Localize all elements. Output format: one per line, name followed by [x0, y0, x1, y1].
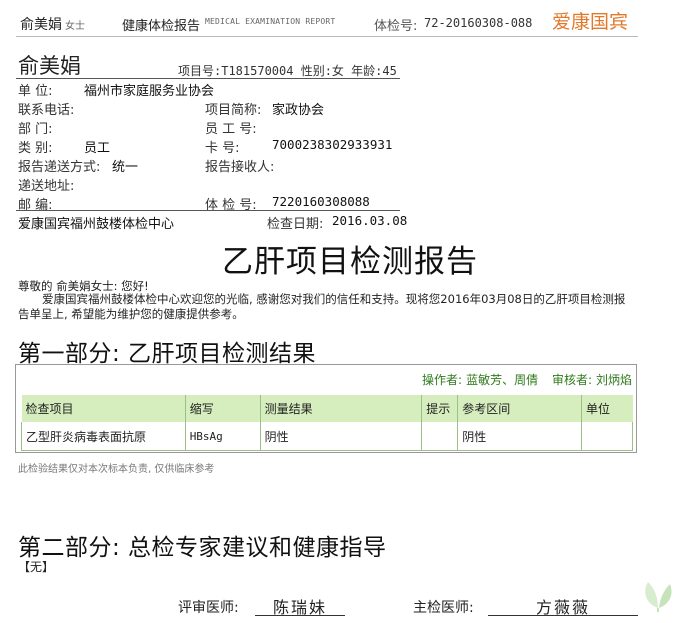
exam-date-label: 检查日期: [267, 217, 324, 232]
reviewer-label: 审核者: [551, 373, 592, 387]
col-header-unit: 单位 [581, 395, 633, 422]
receiver-label: 报告接收人: [205, 160, 275, 175]
category-value: 员工 [84, 141, 111, 156]
col-header-result: 测量结果 [260, 395, 423, 422]
info-divider-bottom [16, 210, 400, 211]
col-header-abbr: 缩写 [185, 395, 261, 422]
phone-label: 联系电话: [18, 103, 75, 118]
cell-reference: 阴性 [457, 422, 583, 451]
card-value: 7000238302933931 [272, 137, 393, 152]
info-divider-top [16, 78, 400, 79]
col-header-hint: 提示 [421, 395, 459, 422]
patient-meta: 项目号:T181570004 性别:女 年龄:45 [178, 64, 397, 78]
dept-label: 部 门: [18, 122, 53, 137]
header-report-title: 健康体检报告 [122, 19, 201, 34]
reviewer-doctor-label: 评审医师: [178, 600, 239, 616]
table-row: 乙型肝炎病毒表面抗原 HBsAg 阴性 阴性 [21, 422, 633, 451]
operator-names: 蓝敏芳、周倩 [466, 373, 539, 387]
results-table: 检查项目 缩写 测量结果 提示 参考区间 单位 乙型肝炎病毒表面抗原 HBsAg… [21, 395, 633, 451]
unit-label: 单 位: [18, 84, 53, 99]
chief-doctor-label: 主检医师: [413, 600, 474, 616]
delivery-label: 报告递送方式: [18, 160, 101, 175]
address-label: 递送地址: [18, 179, 75, 194]
cell-hint [421, 422, 459, 451]
exam-date-value: 2016.03.08 [332, 213, 408, 228]
exam-center: 爱康国宾福州鼓楼体检中心 [18, 217, 175, 232]
staffno-label: 员 工 号: [205, 122, 257, 137]
exam-no-value: 7220160308088 [272, 194, 370, 209]
reviewer-signature-line [255, 615, 345, 616]
cell-item: 乙型肝炎病毒表面抗原 [21, 422, 186, 451]
header-salutation: 女士 [65, 21, 85, 32]
unit-value: 福州市家庭服务业协会 [84, 84, 215, 99]
header-patient-name: 俞美娟 [20, 17, 62, 33]
results-header-row: 检查项目 缩写 测量结果 提示 参考区间 单位 [21, 395, 633, 422]
report-title: 乙肝项目检测报告 [222, 244, 478, 280]
col-header-item: 检查项目 [21, 395, 186, 422]
col-header-reference: 参考区间 [457, 395, 583, 422]
header-report-no-label: 体检号: [374, 19, 418, 34]
card-label: 卡 号: [205, 141, 240, 156]
cell-unit [581, 422, 633, 451]
result-disclaimer: 此检验结果仅对本次标本负责, 仅供临床参考 [18, 464, 215, 475]
part2-title: 第二部分: 总检专家建议和健康指导 [18, 535, 387, 561]
reviewer-names: 刘炳焰 [595, 373, 632, 387]
header-divider [16, 36, 638, 37]
delivery-value: 统一 [112, 160, 139, 175]
chief-signature-line [488, 615, 638, 616]
intro-paragraph: 爱康国宾福州鼓楼体检中心欢迎您的光临, 感谢您对我们的信任和支持。现将您2016… [18, 292, 626, 321]
results-panel: 操作者: 蓝敏芳、周倩 审核者: 刘炳焰 检查项目 缩写 测量结果 提示 参考区间 … [15, 364, 637, 453]
cell-abbr: HBsAg [184, 422, 261, 451]
part1-title: 第一部分: 乙肝项目检测结果 [18, 341, 317, 367]
project-label: 项目简称: [205, 103, 262, 118]
leaf-logo-icon [645, 582, 672, 612]
header-report-title-en: MEDICAL EXAMINATION REPORT [205, 17, 336, 26]
cell-result: 阴性 [259, 422, 423, 451]
operator-label: 操作者: [422, 373, 463, 387]
patient-name: 俞美娟 [18, 54, 81, 78]
project-value: 家政协会 [272, 103, 325, 118]
brand-logo-text: 爱康国宾 [552, 11, 629, 33]
part2-content: 【无】 [18, 560, 55, 574]
category-label: 类 别: [18, 141, 53, 156]
staff-line: 操作者: 蓝敏芳、周倩 审核者: 刘炳焰 [418, 371, 632, 388]
header-report-no: 72-20160308-088 [424, 16, 533, 30]
